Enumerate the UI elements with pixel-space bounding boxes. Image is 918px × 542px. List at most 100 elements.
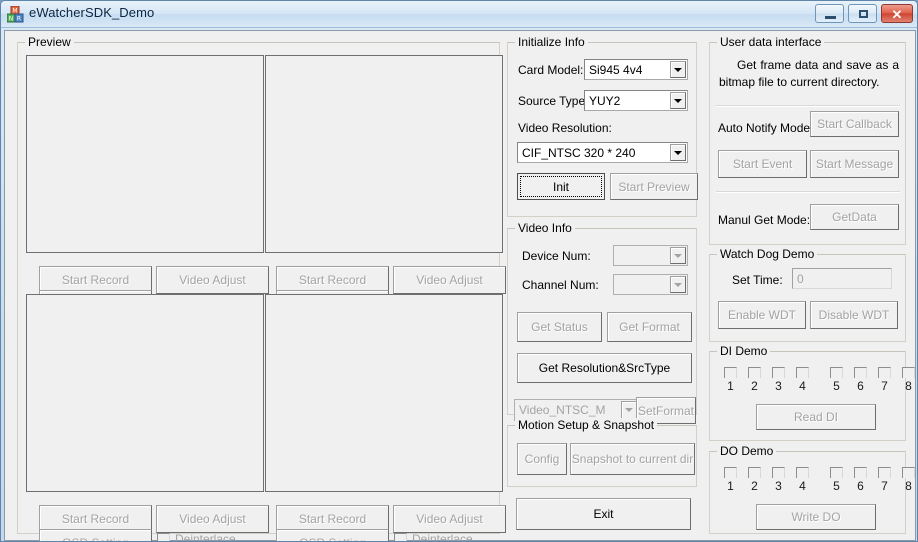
source-type-dropdown-button[interactable]: [670, 92, 686, 109]
close-icon: ✕: [891, 7, 903, 22]
video-pane-2[interactable]: [265, 55, 503, 253]
deinterlace-checkbox-3[interactable]: [157, 533, 170, 541]
get-status-button[interactable]: Get Status: [517, 312, 602, 342]
video-adjust-button-1[interactable]: Video Adjust: [156, 266, 269, 294]
di-number-7: 7: [881, 379, 888, 393]
start-event-button[interactable]: Start Event: [718, 150, 807, 178]
manual-get-mode-label: Manul Get Mode:: [718, 213, 811, 227]
format-dropdown-button[interactable]: [621, 401, 637, 419]
di-number-2: 2: [751, 379, 758, 393]
do-number-2: 2: [751, 479, 758, 493]
video-resolution-dropdown-button[interactable]: [670, 144, 686, 161]
set-time-label: Set Time:: [732, 273, 783, 287]
di-checkbox-5[interactable]: [830, 367, 843, 378]
user-data-interface-title: User data interface: [717, 35, 825, 49]
video-pane-1[interactable]: [26, 55, 264, 253]
read-di-button[interactable]: Read DI: [756, 404, 876, 430]
config-button[interactable]: Config: [517, 443, 567, 475]
device-num-dropdown-button[interactable]: [670, 247, 686, 264]
title-bar[interactable]: M N R eWatcherSDK_Demo ✕: [1, 1, 917, 28]
osd-setting-button-3[interactable]: OSD Setting: [39, 529, 152, 541]
osd-setting-button-4[interactable]: OSD Setting: [276, 529, 389, 541]
application-window: M N R eWatcherSDK_Demo ✕ Preview Start R…: [0, 0, 918, 542]
set-time-input[interactable]: 0: [792, 268, 892, 289]
user-data-description: Get frame data and save as a bitmap file…: [719, 58, 899, 89]
device-num-label: Device Num:: [522, 249, 591, 263]
video-resolution-label: Video Resolution:: [518, 121, 612, 135]
video-adjust-button-2[interactable]: Video Adjust: [393, 266, 506, 294]
preview-group: Preview Start Record Video Adjust OSD Se…: [17, 35, 506, 541]
video-pane-3[interactable]: [26, 294, 264, 492]
maximize-button[interactable]: [848, 4, 877, 23]
di-number-1: 1: [727, 379, 734, 393]
card-model-dropdown-button[interactable]: [670, 61, 686, 78]
do-number-5: 5: [833, 479, 840, 493]
divider-1: [716, 105, 900, 107]
do-checkbox-2[interactable]: [748, 467, 761, 478]
deinterlace-checkbox-4[interactable]: [394, 533, 407, 541]
svg-text:N: N: [9, 16, 14, 23]
video-adjust-button-3[interactable]: Video Adjust: [156, 505, 269, 533]
di-checkbox-3[interactable]: [772, 367, 785, 378]
di-number-6: 6: [857, 379, 864, 393]
get-format-button[interactable]: Get Format: [607, 312, 692, 342]
app-blocks-icon: M N R: [7, 6, 24, 23]
do-checkbox-4[interactable]: [796, 467, 809, 478]
card-model-combo[interactable]: Si945 4v4: [584, 59, 688, 80]
enable-wdt-button[interactable]: Enable WDT: [718, 301, 806, 329]
di-checkbox-1[interactable]: [724, 367, 737, 378]
chevron-down-icon: [674, 150, 682, 155]
minimize-button[interactable]: [815, 4, 844, 23]
format-value: Video_NTSC_M: [519, 403, 606, 417]
do-checkbox-6[interactable]: [854, 467, 867, 478]
do-checkbox-3[interactable]: [772, 467, 785, 478]
di-checkbox-8[interactable]: [902, 367, 915, 378]
card-model-label: Card Model:: [518, 63, 584, 77]
do-number-7: 7: [881, 479, 888, 493]
di-checkbox-2[interactable]: [748, 367, 761, 378]
do-checkbox-7[interactable]: [878, 467, 891, 478]
source-type-combo[interactable]: YUY2: [584, 90, 688, 111]
channel-num-combo[interactable]: [613, 274, 688, 295]
di-checkbox-6[interactable]: [854, 367, 867, 378]
di-checkbox-4[interactable]: [796, 367, 809, 378]
video-pane-4[interactable]: [265, 294, 503, 492]
deinterlace-label-3: Deinterlace: [175, 532, 236, 542]
channel-num-label: Channel Num:: [522, 278, 599, 292]
init-button-label: Init: [552, 179, 569, 194]
start-callback-button[interactable]: Start Callback: [810, 111, 899, 137]
start-preview-button[interactable]: Start Preview: [610, 173, 698, 200]
motion-setup-title: Motion Setup & Snapshot: [515, 418, 658, 432]
di-demo-title: DI Demo: [717, 344, 771, 358]
get-data-button[interactable]: GetData: [810, 204, 899, 230]
preview-group-title: Preview: [25, 35, 74, 49]
video-info-group: Video Info Device Num: Channel Num: Get …: [507, 221, 697, 424]
init-button[interactable]: Init: [517, 173, 605, 200]
start-message-button[interactable]: Start Message: [810, 150, 899, 178]
video-resolution-value: CIF_NTSC 320 * 240: [522, 145, 636, 160]
di-number-8: 8: [905, 379, 912, 393]
snapshot-button[interactable]: Snapshot to current dir: [570, 443, 695, 475]
write-do-button[interactable]: Write DO: [756, 504, 876, 530]
chevron-down-icon: [674, 98, 682, 103]
do-checkbox-5[interactable]: [830, 467, 843, 478]
do-demo-group: DO Demo 1 2 3 4 5 6 7 8 Write DO: [709, 444, 915, 534]
disable-wdt-button[interactable]: Disable WDT: [810, 301, 898, 329]
close-button[interactable]: ✕: [881, 4, 913, 23]
get-resolution-srctype-button[interactable]: Get Resolution&SrcType: [517, 353, 692, 383]
user-data-interface-group: User data interface Get frame data and s…: [709, 35, 906, 245]
client-area: Preview Start Record Video Adjust OSD Se…: [4, 30, 916, 541]
di-number-5: 5: [833, 379, 840, 393]
device-num-combo[interactable]: [613, 245, 688, 266]
window-title: eWatcherSDK_Demo: [29, 5, 155, 20]
di-checkbox-7[interactable]: [878, 367, 891, 378]
maximize-icon: [859, 10, 868, 18]
video-resolution-combo[interactable]: CIF_NTSC 320 * 240: [517, 142, 688, 163]
do-checkbox-8[interactable]: [902, 467, 915, 478]
channel-num-dropdown-button[interactable]: [670, 276, 686, 293]
do-demo-title: DO Demo: [717, 444, 777, 458]
video-adjust-button-4[interactable]: Video Adjust: [393, 505, 506, 533]
do-number-8: 8: [905, 479, 912, 493]
exit-button[interactable]: Exit: [516, 498, 691, 530]
do-checkbox-1[interactable]: [724, 467, 737, 478]
